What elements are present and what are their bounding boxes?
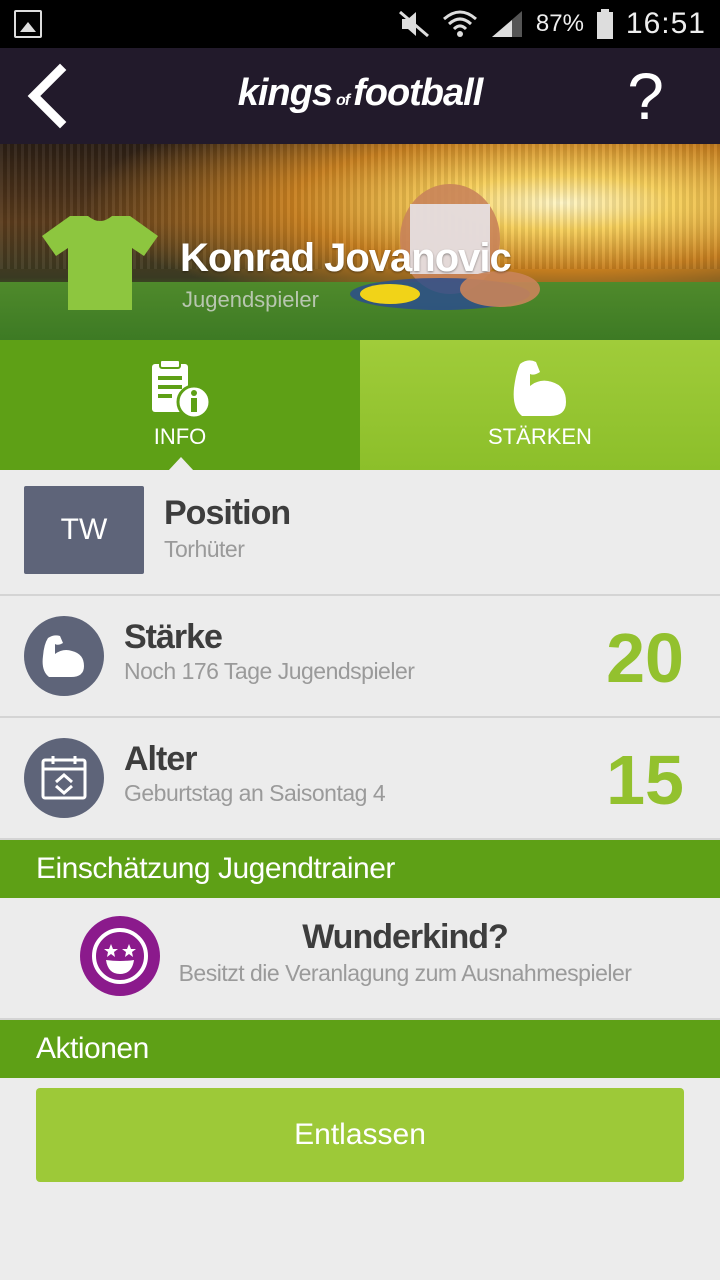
actions-section-header: Aktionen <box>0 1020 720 1078</box>
gallery-icon <box>14 10 42 38</box>
position-subtitle: Torhüter <box>164 536 245 562</box>
strength-subtitle: Noch 176 Tage Jugendspieler <box>124 658 415 684</box>
age-value: 15 <box>606 741 684 819</box>
info-document-icon <box>152 359 212 420</box>
calendar-icon <box>41 756 87 800</box>
strength-title: Stärke <box>124 618 223 656</box>
status-bar: 87% 16:51 <box>0 0 720 48</box>
tab-info[interactable]: INFO <box>0 340 360 471</box>
assessment-subtitle: Besitzt die Veranlagung zum Ausnahmespie… <box>178 960 632 986</box>
star-eyes-smiley-badge <box>80 916 160 996</box>
status-icons: 87% 16:51 <box>398 0 706 48</box>
logo-of: of <box>335 92 350 109</box>
player-role: Jugendspieler <box>182 287 319 312</box>
position-title: Position <box>164 494 291 532</box>
logo-football: football <box>353 72 483 114</box>
wifi-icon <box>442 10 477 37</box>
tab-info-label: INFO <box>153 424 207 449</box>
tab-staerken-label: STÄRKEN <box>488 424 592 449</box>
clock: 16:51 <box>625 7 706 40</box>
mute-icon <box>398 10 429 38</box>
age-row: Alter Geburtstag an Saisontag 4 15 <box>0 718 720 840</box>
active-tab-caret <box>168 457 194 471</box>
player-banner: Konrad Jovanovic Jugendspieler <box>0 144 720 340</box>
assessment-row: Wunderkind? Besitzt die Veranlagung zum … <box>0 898 720 1020</box>
celebrating-player-image <box>350 184 540 310</box>
app-bar: kings of football ? <box>0 48 720 144</box>
help-icon[interactable]: ? <box>627 60 664 132</box>
assessment-section-header: Einschätzung Jugendtrainer <box>0 840 720 898</box>
position-badge: TW <box>24 486 144 574</box>
age-icon-badge <box>24 738 104 818</box>
signal-icon <box>491 11 522 37</box>
logo-kings: kings <box>237 72 333 114</box>
battery-icon <box>596 9 613 39</box>
app-logo: kings of football <box>0 72 720 115</box>
dismiss-button[interactable]: Entlassen <box>36 1088 684 1182</box>
tab-staerken[interactable]: STÄRKEN <box>360 340 720 470</box>
star-eyes-smiley-icon <box>92 928 148 984</box>
age-subtitle: Geburtstag an Saisontag 4 <box>124 780 386 806</box>
shirt-icon <box>42 216 158 310</box>
player-name: Konrad Jovanovic <box>180 236 512 280</box>
strength-row: Stärke Noch 176 Tage Jugendspieler 20 <box>0 596 720 718</box>
tab-bar: INFO STÄRKEN <box>0 340 720 471</box>
age-title: Alter <box>124 740 197 778</box>
position-row: TW Position Torhüter <box>0 470 720 596</box>
strength-icon-badge <box>24 616 104 696</box>
muscle-arm-icon <box>513 360 566 416</box>
muscle-arm-icon <box>42 635 84 677</box>
assessment-title: Wunderkind? <box>302 918 509 956</box>
strength-value: 20 <box>606 619 684 697</box>
battery-percent: 87% <box>535 10 584 37</box>
